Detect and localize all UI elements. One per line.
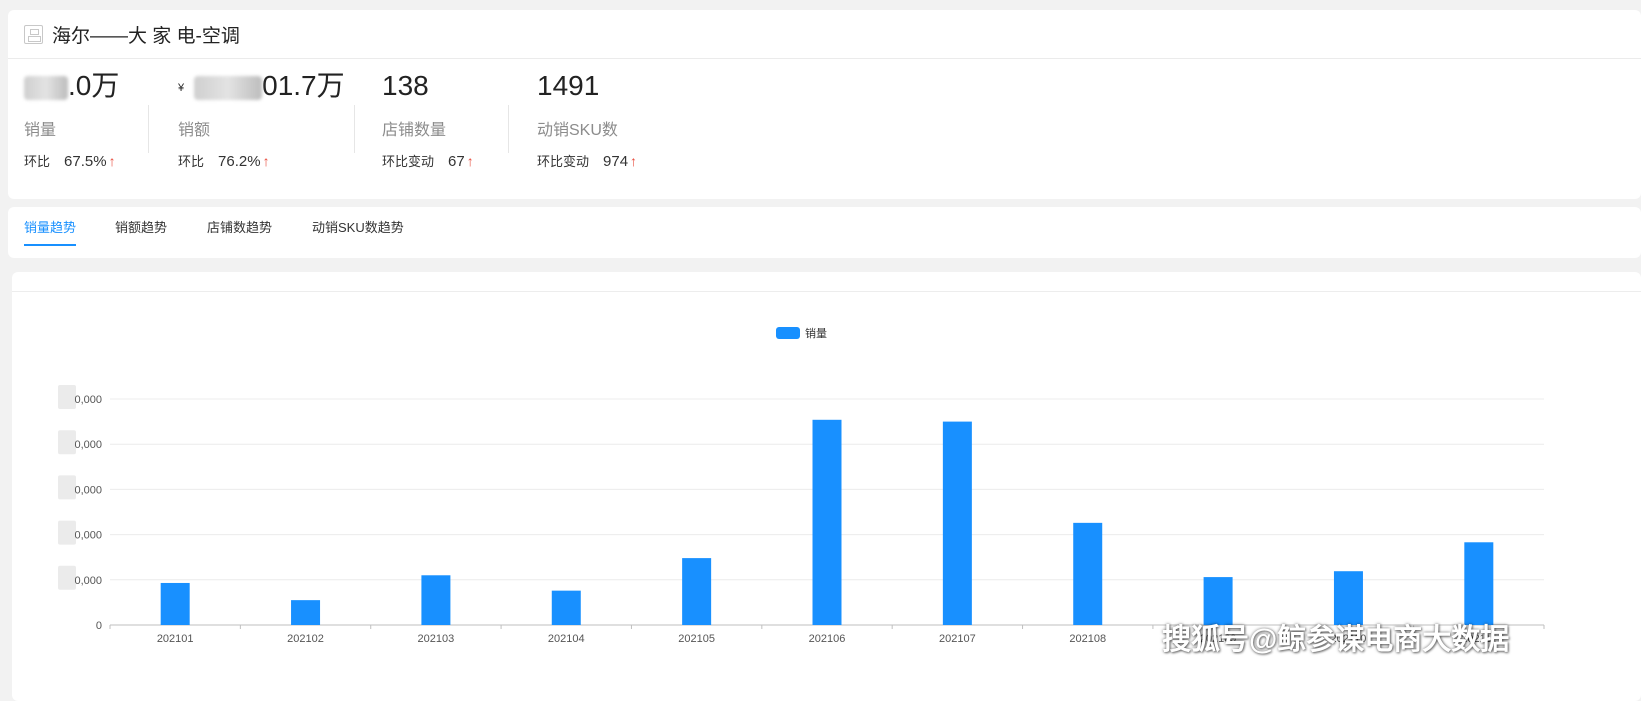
compare-label: 环比	[178, 154, 205, 169]
metric-compare: 环比 76.2% ↑	[178, 151, 345, 170]
tab-active-sku-trend[interactable]: 动销SKU数趋势	[312, 217, 404, 243]
tab-sales-amount-trend[interactable]: 销额趋势	[115, 217, 167, 243]
metric-divider	[508, 105, 509, 153]
x-tick-label: 202101	[157, 633, 194, 645]
tab-sales-volume-trend[interactable]: 销量趋势	[24, 217, 77, 246]
up-arrow-icon: ↑	[630, 153, 638, 169]
metric-compare: 环比变动 67 ↑	[382, 151, 474, 170]
compare-value: 67.5%	[64, 153, 107, 170]
metric-compare: 环比变动 974 ↑	[537, 151, 637, 170]
metric-value: 138	[382, 70, 429, 101]
redacted-tick	[58, 565, 76, 590]
up-arrow-icon: ↑	[466, 153, 474, 169]
x-tick-label: 202105	[678, 633, 715, 645]
metric-value: ¥01.7万	[178, 68, 345, 104]
redacted-tick	[58, 520, 76, 545]
redacted-value	[24, 75, 68, 100]
y-tick-label: 0,000	[74, 530, 102, 542]
redacted-value	[194, 75, 263, 100]
watermark: 搜狐号@鲸参谋电商大数据	[1162, 624, 1510, 656]
metric-label: 销额	[178, 122, 211, 139]
y-tick-label: 0,000	[74, 484, 102, 496]
trend-tabs: 销量趋势 销额趋势 店铺数趋势 动销SKU数趋势	[8, 207, 1641, 258]
summary-card: 海尔——大 家 电-空调 .0万 销量 环比 67.5% ↑ ¥01.7万 销额 环…	[8, 10, 1641, 199]
title-row: 海尔——大 家 电-空调	[8, 10, 1641, 59]
bar-202106	[812, 419, 842, 625]
metric-divider	[354, 105, 355, 153]
y-tick-label: 0,000	[74, 394, 102, 406]
currency-symbol: ¥	[178, 81, 185, 94]
compare-label: 环比	[24, 154, 51, 169]
bar-202108	[1073, 522, 1103, 625]
bar-202104	[551, 590, 581, 625]
bar-202101	[160, 582, 190, 625]
metric-value-text: .0万	[68, 70, 120, 101]
metric-sales-amount: ¥01.7万 销额 环比 76.2% ↑	[178, 68, 345, 170]
y-tick-label: 0	[96, 620, 102, 632]
x-tick-label: 202104	[548, 633, 585, 645]
metric-active-sku: 1491 动销SKU数 环比变动 974 ↑	[537, 68, 637, 170]
metric-label: 店铺数量	[382, 122, 447, 139]
metric-label: 动销SKU数	[537, 122, 618, 139]
redacted-tick	[58, 430, 76, 455]
metric-value-text: 01.7万	[262, 70, 345, 101]
bar-202105	[682, 558, 712, 625]
bar-202102	[291, 600, 321, 625]
category-icon	[24, 24, 43, 44]
compare-label: 环比变动	[537, 154, 590, 169]
x-tick-label: 202102	[287, 633, 324, 645]
page-title: 海尔——大 家 电-空调	[52, 25, 240, 47]
compare-value: 974	[603, 153, 629, 170]
x-tick-label: 202106	[809, 633, 846, 645]
compare-value: 76.2%	[218, 153, 261, 170]
y-tick-label: 0,000	[74, 439, 102, 451]
redacted-tick	[58, 475, 76, 500]
x-tick-label: 202107	[939, 633, 976, 645]
metric-label: 销量	[24, 122, 57, 139]
legend-swatch	[776, 327, 800, 339]
y-tick-label: 0,000	[74, 575, 102, 587]
metric-divider	[148, 105, 149, 153]
metric-value: .0万	[24, 68, 119, 104]
metric-value: 1491	[537, 70, 600, 101]
redacted-tick	[58, 385, 76, 409]
tab-store-count-trend[interactable]: 店铺数趋势	[207, 217, 272, 243]
compare-value: 67	[448, 153, 465, 170]
legend-label: 销量	[805, 326, 827, 340]
x-tick-label: 202103	[418, 633, 455, 645]
up-arrow-icon: ↑	[262, 153, 270, 169]
x-tick-label: 202108	[1069, 633, 1106, 645]
metric-store-count: 138 店铺数量 环比变动 67 ↑	[382, 68, 474, 170]
compare-label: 环比变动	[382, 154, 435, 169]
bar-202103	[421, 575, 451, 625]
up-arrow-icon: ↑	[108, 153, 116, 169]
metric-compare: 环比 67.5% ↑	[24, 151, 119, 170]
bar-202107	[942, 421, 972, 625]
bar-202111	[1464, 542, 1494, 625]
metric-sales-volume: .0万 销量 环比 67.5% ↑	[24, 68, 119, 170]
